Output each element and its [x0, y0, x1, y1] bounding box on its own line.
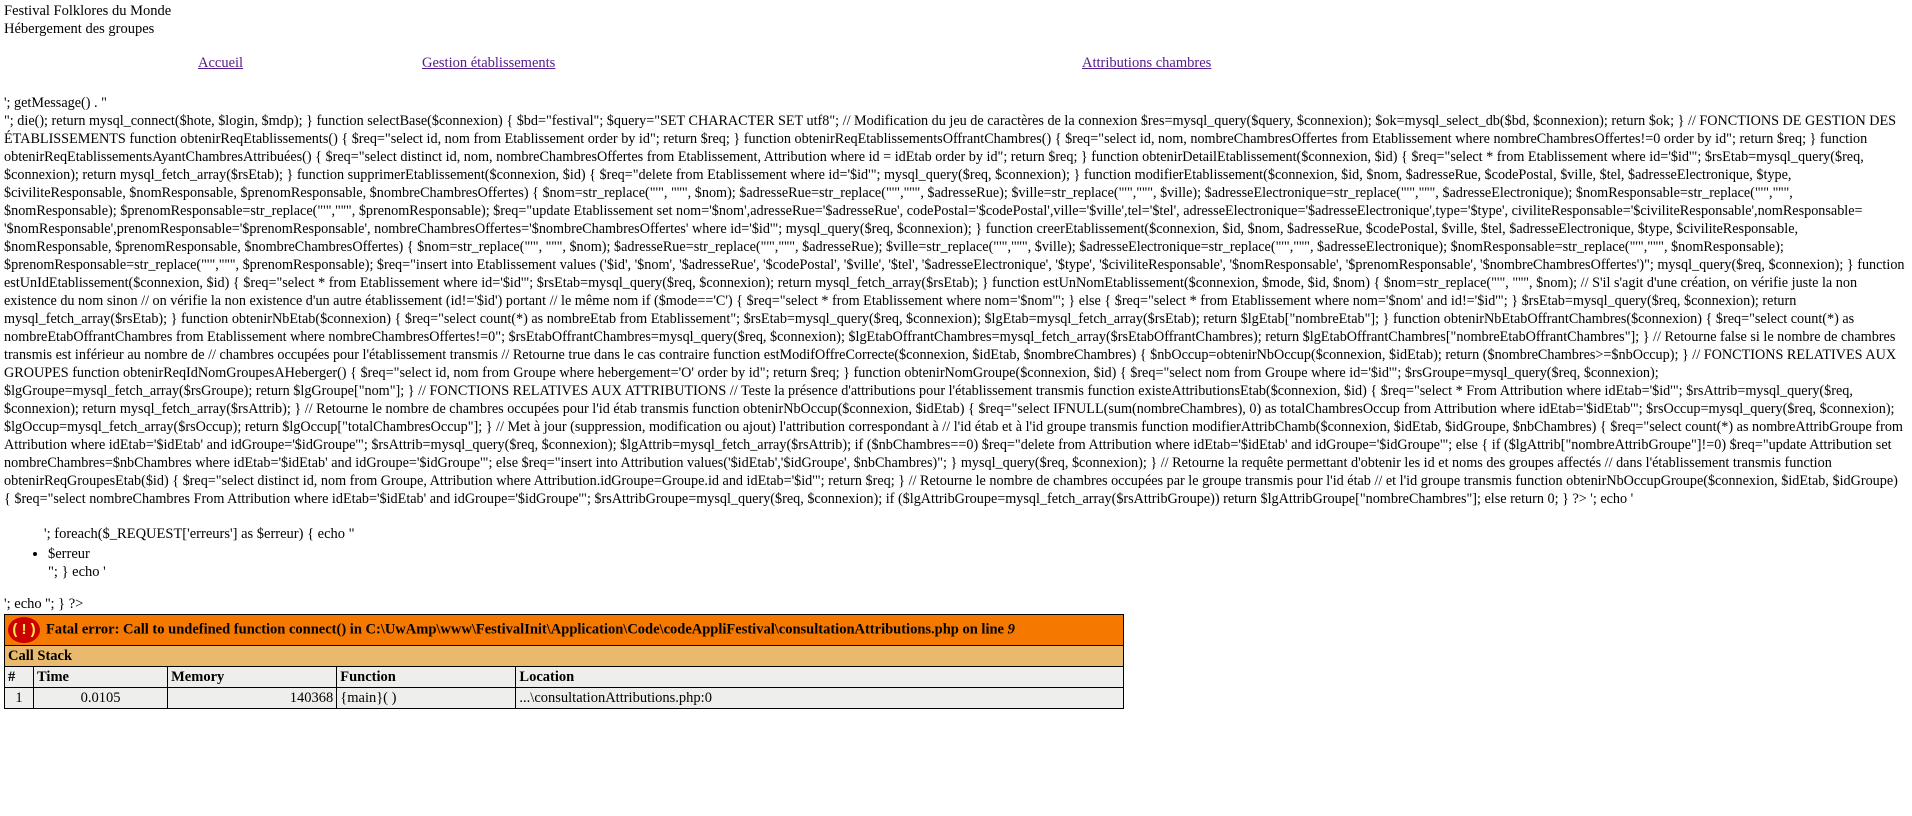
error-message-cell: ( ! ) Fatal error: Call to undefined func…	[4, 614, 1124, 646]
main-nav: Accueil Gestion établissements Attributi…	[4, 54, 1908, 76]
page: Festival Folklores du Monde Hébergement …	[0, 0, 1912, 709]
nav-link-attributions-chambres[interactable]: Attributions chambres	[1082, 54, 1211, 72]
site-subtitle: Hébergement des groupes	[4, 21, 155, 37]
error-icon: ( ! )	[8, 617, 40, 643]
list-item: "; } echo '	[48, 564, 106, 580]
call-stack-title: Call Stack	[4, 645, 1124, 667]
table-header-row: # Time Memory Function Location	[3, 666, 1124, 688]
column-header-time: Time	[33, 666, 169, 688]
column-header-memory: Memory	[167, 666, 338, 688]
error-line-number: 9	[1007, 621, 1015, 638]
cell-memory: 140368	[167, 687, 338, 709]
column-header-function: Function	[336, 666, 517, 688]
source-trailer: '; echo ''; } ?>	[4, 596, 84, 612]
source-line-get-message: '; getMessage() . "	[4, 95, 107, 111]
source-body: "; die(); return mysql_connect($hote, $l…	[4, 113, 1905, 507]
foreach-text: '; foreach($_REQUEST['erreurs'] as $erre…	[44, 526, 355, 542]
error-row: ( ! ) Fatal error: Call to undefined func…	[4, 614, 1124, 646]
error-list: $erreur "; } echo '	[4, 545, 1908, 581]
nav-link-gestion-etablissements[interactable]: Gestion établissements	[422, 54, 555, 72]
table-row: 1 0.0105 140368 {main}( ) ...\consultati…	[3, 687, 1124, 709]
nav-link-accueil[interactable]: Accueil	[198, 54, 243, 72]
column-header-number: #	[3, 666, 35, 688]
site-title: Festival Folklores du Monde	[4, 3, 172, 19]
column-header-location: Location	[515, 666, 1124, 688]
list-item: $erreur	[48, 545, 1908, 563]
cell-location[interactable]: ...\consultationAttributions.php:0	[515, 687, 1124, 709]
source-foreach: '; foreach($_REQUEST['erreurs'] as $erre…	[4, 525, 1908, 543]
error-message: Fatal error: Call to undefined function …	[46, 621, 1008, 638]
cell-time: 0.0105	[33, 687, 169, 709]
call-stack-row: Call Stack	[4, 645, 1124, 667]
xdebug-error-table: ( ! ) Fatal error: Call to undefined func…	[3, 614, 1124, 709]
cell-function: {main}( )	[336, 687, 517, 709]
raw-php-source: '; getMessage() . " "; die(); return mys…	[4, 94, 1908, 508]
cell-number: 1	[3, 687, 35, 709]
